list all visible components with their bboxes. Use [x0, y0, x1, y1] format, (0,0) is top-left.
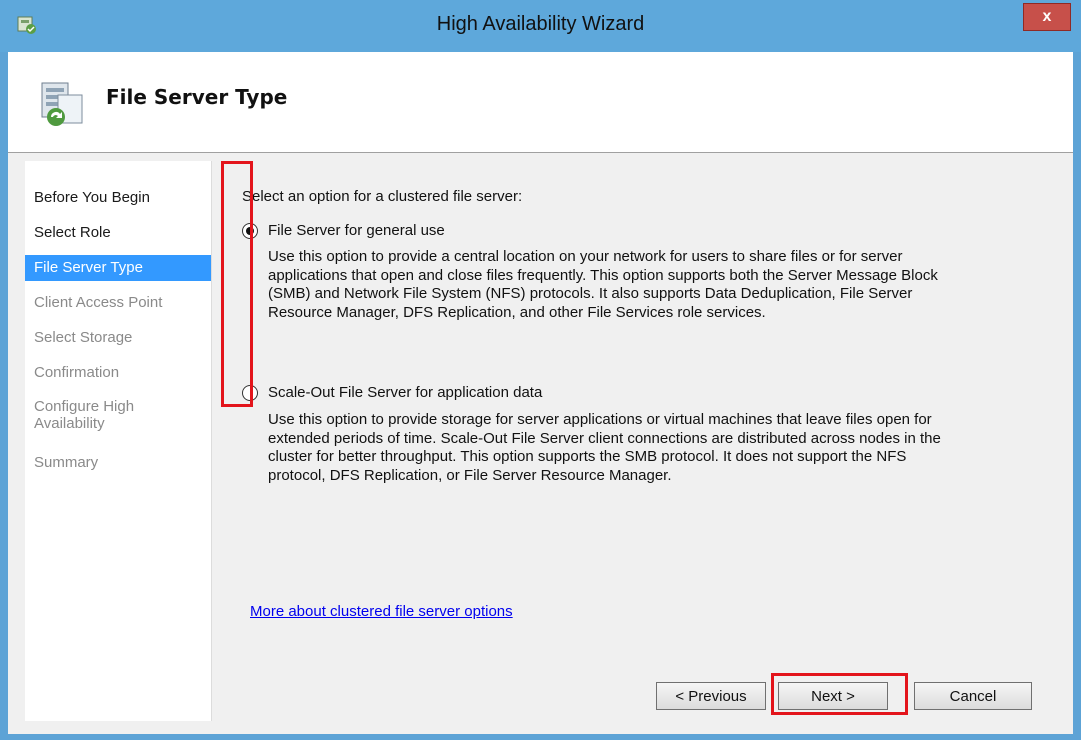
page-title: File Server Type: [106, 85, 288, 109]
wizard-content: Select an option for a clustered file se…: [228, 153, 1073, 734]
close-icon: x: [1042, 8, 1052, 25]
nav-step-select-storage: Select Storage: [34, 329, 133, 346]
next-button-highlight: [771, 673, 908, 715]
wizard-client-area: File Server Type Before You Begin Select…: [8, 52, 1073, 734]
cancel-button[interactable]: Cancel: [914, 682, 1032, 710]
option-label-scale-out-file-server[interactable]: Scale-Out File Server for application da…: [268, 384, 542, 401]
nav-step-select-role[interactable]: Select Role: [25, 220, 211, 246]
nav-step-label-line2: Availability: [34, 415, 105, 432]
description-line: applications that open and close files f…: [268, 266, 938, 284]
wizard-body: Before You Begin Select Role File Server…: [8, 153, 1073, 734]
description-line: Use this option to provide a central loc…: [268, 248, 903, 265]
option-label-file-server-general[interactable]: File Server for general use: [268, 222, 445, 239]
nav-step-confirmation: Confirmation: [34, 364, 120, 381]
description-line: protocol, DFS Replication, or File Serve…: [268, 466, 672, 484]
description-line: (SMB) and Network File System (NFS) prot…: [268, 285, 913, 302]
wizard-step-navigation: Before You Begin Select Role File Server…: [25, 161, 212, 721]
description-line: Resource Manager, DFS Replication, and o…: [268, 303, 766, 321]
nav-step-configure-high-availability: Configure High Availability: [25, 395, 211, 435]
wizard-window: High Availability Wizard x File Server T…: [0, 0, 1081, 740]
nav-step-file-server-type[interactable]: File Server Type: [25, 255, 211, 281]
help-link-clustered-file-server-options[interactable]: More about clustered file server options: [250, 603, 513, 620]
radio-options-highlight: [221, 161, 253, 407]
cluster-server-icon: [41, 82, 83, 126]
previous-button[interactable]: < Previous: [656, 682, 766, 710]
description-line: Use this option to provide storage for s…: [268, 411, 932, 428]
nav-step-before-you-begin[interactable]: Before You Begin: [25, 185, 211, 211]
option-description-file-server-general: Use this option to provide a central loc…: [268, 248, 1038, 322]
description-line: cluster for better throughput. This opti…: [268, 448, 907, 465]
title-bar[interactable]: High Availability Wizard x: [0, 0, 1081, 52]
nav-step-client-access-point: Client Access Point: [34, 294, 163, 311]
option-description-scale-out-file-server: Use this option to provide storage for s…: [268, 411, 1038, 485]
close-button[interactable]: x: [1023, 3, 1071, 31]
window-title: High Availability Wizard: [436, 13, 645, 35]
description-line: extended periods of time. Scale-Out File…: [268, 429, 941, 447]
nav-step-label-line1: Configure High: [34, 398, 135, 415]
wizard-header: File Server Type: [8, 52, 1073, 153]
nav-step-summary: Summary: [34, 454, 99, 471]
option-prompt: Select an option for a clustered file se…: [242, 188, 523, 205]
